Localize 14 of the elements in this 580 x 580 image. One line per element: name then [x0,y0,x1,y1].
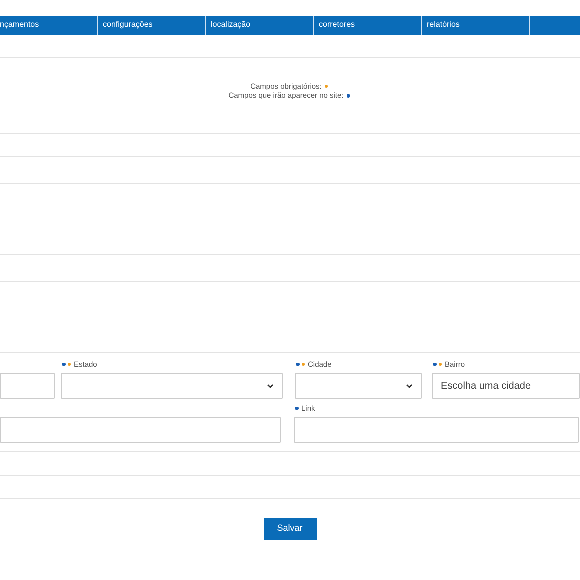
nav-tab[interactable]: nçamentos [0,16,98,35]
nav-tab[interactable]: localização [206,16,314,35]
input-field[interactable] [0,417,281,443]
nav-tab[interactable]: relatórios [422,16,530,35]
caret-icon [267,384,274,388]
nav-tab[interactable]: corretores [314,16,422,35]
input-field[interactable]: Escolha uma cidade [432,373,580,399]
select-field[interactable] [295,373,422,399]
caret-icon [406,384,413,388]
nav-tab[interactable]: configurações [98,16,206,35]
save-button[interactable]: Salvar [264,518,316,540]
select-field[interactable] [61,373,283,399]
input-field[interactable] [294,417,579,443]
input-field[interactable] [0,373,55,399]
